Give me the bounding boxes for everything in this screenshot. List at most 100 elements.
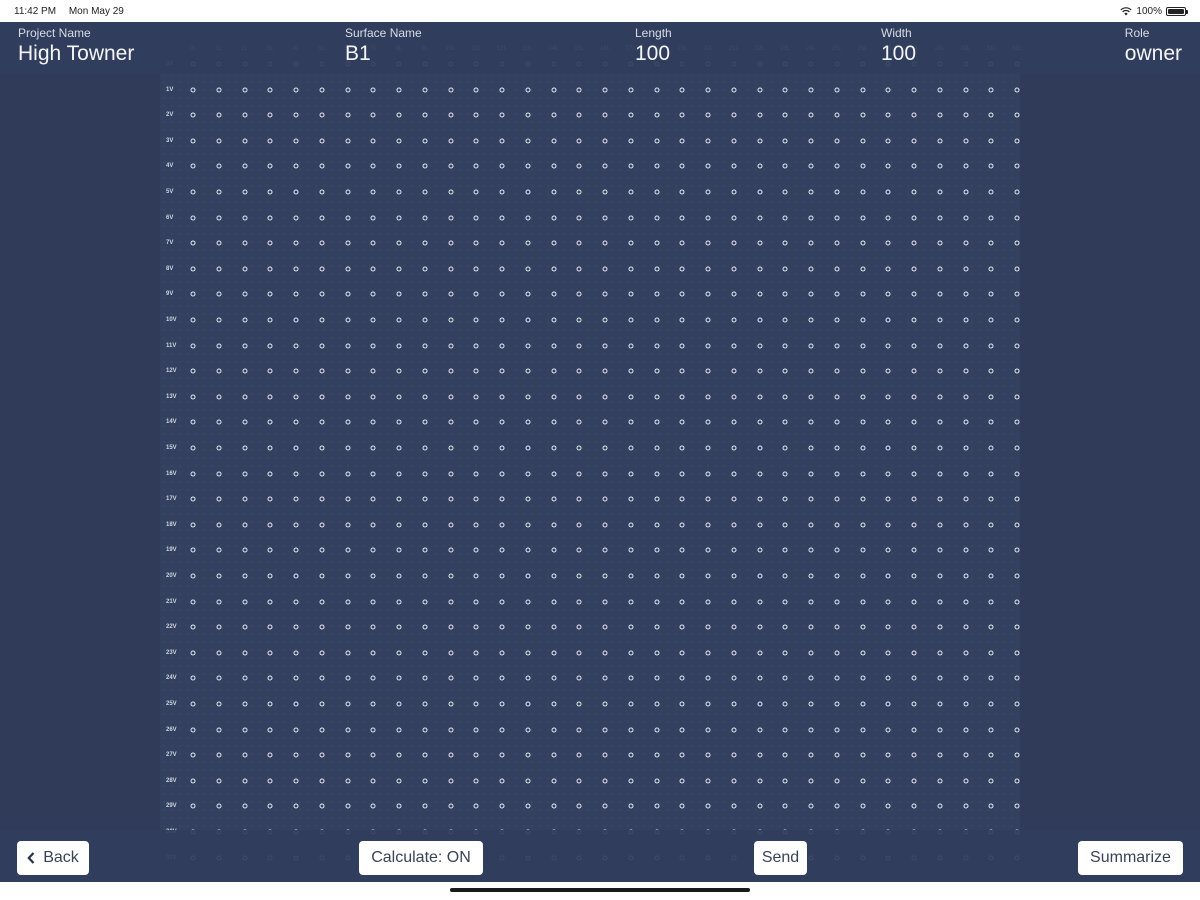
grid-point[interactable] — [885, 803, 891, 809]
grid-point[interactable] — [396, 394, 402, 400]
grid-point[interactable] — [242, 471, 247, 477]
grid-point[interactable] — [911, 496, 917, 502]
grid-point[interactable] — [808, 701, 814, 707]
grid-point[interactable] — [216, 547, 222, 553]
grid-point[interactable] — [293, 573, 299, 579]
grid-point[interactable] — [345, 624, 350, 630]
grid-point[interactable] — [448, 189, 453, 195]
grid-point[interactable] — [757, 599, 762, 605]
grid-point[interactable] — [319, 496, 325, 502]
grid-point[interactable] — [654, 573, 659, 579]
grid-point[interactable] — [448, 343, 453, 349]
grid-point[interactable] — [1014, 138, 1020, 144]
grid-point[interactable] — [190, 163, 196, 169]
grid-point[interactable] — [705, 394, 711, 400]
grid-point[interactable] — [937, 317, 943, 323]
grid-point[interactable] — [190, 189, 196, 195]
grid-point[interactable] — [705, 343, 711, 349]
grid-point[interactable] — [345, 803, 350, 809]
grid-point[interactable] — [679, 189, 685, 195]
grid-point[interactable] — [216, 727, 222, 733]
grid-point[interactable] — [345, 291, 350, 297]
grid-point[interactable] — [679, 650, 685, 656]
grid-point[interactable] — [448, 599, 453, 605]
grid-point[interactable] — [499, 112, 505, 118]
grid-point[interactable] — [319, 215, 325, 221]
grid-point[interactable] — [782, 522, 788, 528]
grid-point[interactable] — [602, 471, 608, 477]
grid-point[interactable] — [267, 727, 273, 733]
grid-point[interactable] — [293, 547, 299, 553]
grid-point[interactable] — [216, 701, 222, 707]
grid-point[interactable] — [216, 368, 222, 374]
grid-point[interactable] — [293, 291, 299, 297]
grid-point[interactable] — [473, 189, 479, 195]
grid-point[interactable] — [808, 394, 814, 400]
grid-point[interactable] — [345, 701, 350, 707]
grid-point[interactable] — [293, 317, 299, 323]
grid-point[interactable] — [525, 752, 531, 758]
grid-point[interactable] — [679, 394, 685, 400]
grid-point[interactable] — [834, 266, 840, 272]
grid-point[interactable] — [885, 496, 891, 502]
grid-point[interactable] — [422, 163, 428, 169]
grid-point[interactable] — [782, 445, 788, 451]
grid-point[interactable] — [757, 727, 762, 733]
grid-point[interactable] — [370, 112, 376, 118]
grid-point[interactable] — [808, 240, 814, 246]
grid-point[interactable] — [808, 650, 814, 656]
grid-point[interactable] — [834, 727, 840, 733]
grid-point[interactable] — [370, 138, 376, 144]
grid-point[interactable] — [525, 496, 531, 502]
grid-point[interactable] — [860, 343, 865, 349]
grid-point[interactable] — [988, 343, 994, 349]
grid-point[interactable] — [679, 240, 685, 246]
grid-point[interactable] — [628, 752, 634, 758]
grid-point[interactable] — [576, 701, 582, 707]
grid-point[interactable] — [757, 394, 762, 400]
grid-point[interactable] — [963, 522, 968, 528]
grid-point[interactable] — [242, 803, 247, 809]
grid-point[interactable] — [319, 624, 325, 630]
grid-point[interactable] — [345, 368, 350, 374]
grid-point[interactable] — [757, 189, 762, 195]
grid-point[interactable] — [834, 368, 840, 374]
grid-point[interactable] — [422, 675, 428, 681]
grid-point[interactable] — [628, 496, 634, 502]
grid-point[interactable] — [370, 240, 376, 246]
grid-point[interactable] — [834, 240, 840, 246]
grid-point[interactable] — [782, 701, 788, 707]
grid-point[interactable] — [267, 291, 273, 297]
grid-point[interactable] — [525, 163, 531, 169]
grid-point[interactable] — [473, 87, 479, 93]
grid-point[interactable] — [602, 138, 608, 144]
grid-point[interactable] — [628, 803, 634, 809]
grid-point[interactable] — [757, 471, 762, 477]
grid-point[interactable] — [988, 394, 994, 400]
grid-point[interactable] — [216, 445, 222, 451]
grid-point[interactable] — [911, 624, 917, 630]
grid-point[interactable] — [525, 240, 531, 246]
grid-point[interactable] — [525, 547, 531, 553]
grid-point[interactable] — [267, 778, 273, 784]
grid-point[interactable] — [216, 87, 222, 93]
grid-point[interactable] — [448, 471, 453, 477]
grid-point[interactable] — [267, 317, 273, 323]
grid-point[interactable] — [654, 547, 659, 553]
grid-point[interactable] — [345, 778, 350, 784]
grid-point[interactable] — [808, 727, 814, 733]
grid-point[interactable] — [705, 803, 711, 809]
grid-point[interactable] — [370, 650, 376, 656]
grid-point[interactable] — [370, 189, 376, 195]
grid-point[interactable] — [911, 112, 917, 118]
grid-point[interactable] — [654, 445, 659, 451]
grid-point[interactable] — [911, 240, 917, 246]
grid-point[interactable] — [757, 291, 762, 297]
grid-point[interactable] — [422, 317, 428, 323]
grid-point[interactable] — [963, 624, 968, 630]
grid-point[interactable] — [731, 138, 737, 144]
grid-point[interactable] — [576, 266, 582, 272]
grid-point[interactable] — [963, 752, 968, 758]
grid-point[interactable] — [937, 112, 943, 118]
grid-point[interactable] — [396, 368, 402, 374]
